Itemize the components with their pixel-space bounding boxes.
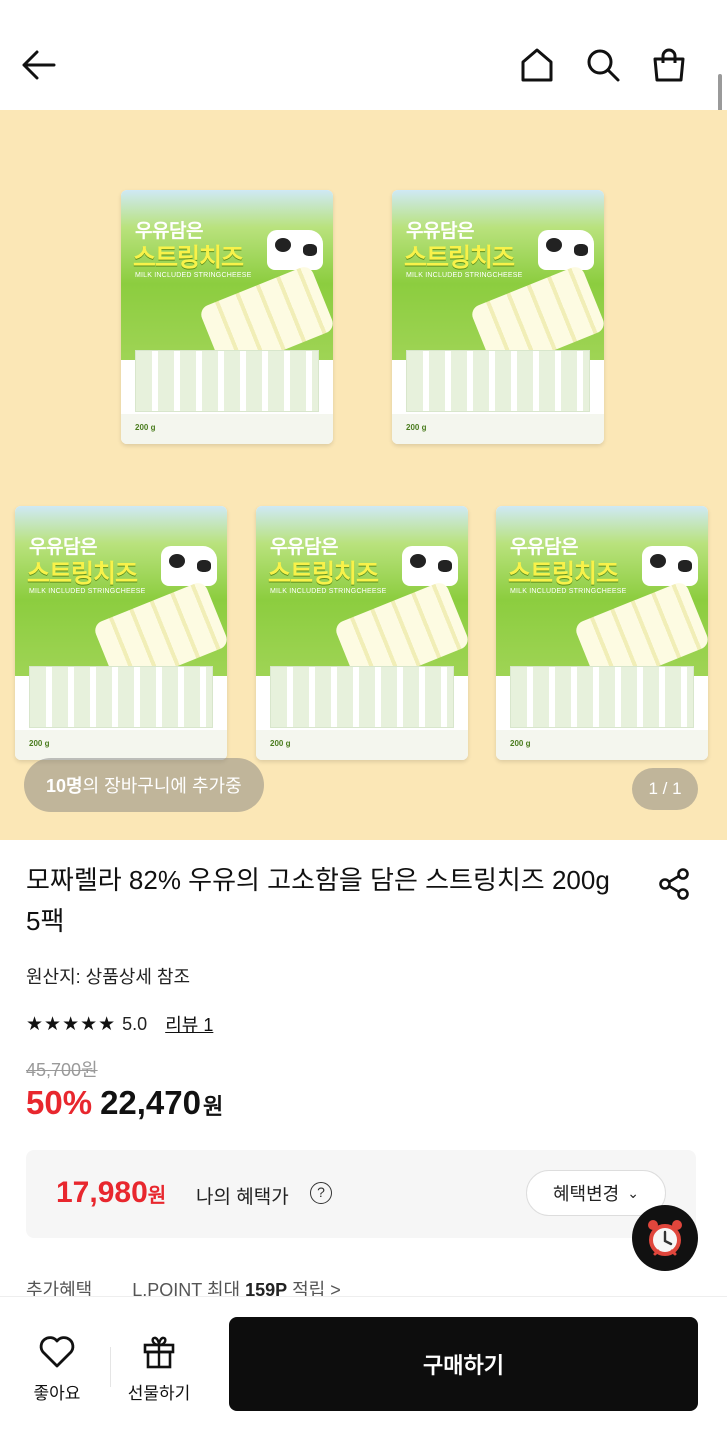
product-package-image: 우유담은 스트링치즈 MILK INCLUDED STRINGCHEESE 200 …: [496, 506, 708, 760]
top-navigation-bar: [0, 0, 727, 110]
change-benefit-label: 혜택변경: [553, 1184, 620, 1204]
arrow-left-icon: [22, 50, 56, 80]
divider: [110, 1347, 111, 1387]
cart-activity-text: 의 장바구니에 추가중: [82, 776, 242, 796]
like-label: 좋아요: [33, 1384, 81, 1403]
product-package-image: 우유담은 스트링치즈 MILK INCLUDED STRINGCHEESE 200 …: [392, 190, 604, 444]
price-unit: 원: [203, 1094, 224, 1119]
product-image-carousel[interactable]: 우유담은 스트링치즈 MILK INCLUDED STRINGCHEESE 200 …: [0, 110, 727, 840]
cart-activity-badge: 10명 의 장바구니에 추가중: [24, 758, 264, 812]
sale-price: 22,470: [100, 1084, 201, 1121]
help-icon[interactable]: ?: [310, 1182, 332, 1204]
alarm-clock-icon: [648, 1220, 682, 1256]
cart-button[interactable]: [644, 40, 694, 90]
original-price: 45,700원: [26, 1060, 98, 1080]
additional-benefit-row[interactable]: 추가혜택 L.POINT 최대 159P 적립 >: [26, 1276, 716, 1296]
lpoint-suffix: 적립 >: [287, 1280, 341, 1296]
chevron-down-icon: ⌄: [627, 1184, 639, 1201]
search-button[interactable]: [578, 40, 628, 90]
gift-icon: [143, 1336, 175, 1369]
benefit-price-unit: 원: [147, 1185, 167, 1207]
rating-score: 5.0: [122, 1013, 148, 1034]
product-title: 모짜렐라 82% 우유의 고소함을 담은 스트링치즈 200g 5팩: [26, 865, 610, 936]
review-link[interactable]: 리뷰 1: [165, 1011, 213, 1037]
heart-icon: [39, 1336, 75, 1368]
search-icon: [587, 49, 620, 82]
origin-info: 원산지: 상품상세 참조: [26, 967, 191, 987]
benefit-price-label: 나의 혜택가: [196, 1187, 289, 1208]
home-icon: [521, 48, 553, 82]
my-benefit-price-box: 17,980원 나의 혜택가 ? 혜택변경 ⌄: [26, 1150, 696, 1238]
product-package-image: 우유담은 스트링치즈 MILK INCLUDED STRINGCHEESE 200 …: [15, 506, 227, 760]
price-row: 50% 22,470 원: [26, 1084, 223, 1122]
gift-label: 선물하기: [127, 1384, 191, 1403]
back-button[interactable]: [14, 40, 64, 90]
product-package-image: 우유담은 스트링치즈 MILK INCLUDED STRINGCHEESE 200 …: [256, 506, 468, 760]
star-rating-icons: ★★★★★: [26, 1013, 117, 1035]
image-page-indicator: 1 / 1: [632, 768, 698, 810]
additional-benefit-label: 추가혜택: [26, 1280, 93, 1296]
lpoint-text: L.POINT 최대: [132, 1280, 246, 1296]
bottom-action-bar: 좋아요 선물하기 구매하기: [0, 1296, 727, 1440]
rating-row: ★★★★★ 5.0 리뷰 1: [26, 1011, 213, 1037]
discount-rate: 50%: [26, 1084, 93, 1121]
share-button[interactable]: [656, 866, 692, 902]
benefit-price: 17,980원: [56, 1176, 166, 1210]
home-button[interactable]: [512, 40, 562, 90]
gift-button[interactable]: 선물하기: [116, 1333, 202, 1404]
cart-count: 10명: [46, 776, 83, 796]
share-icon: [659, 868, 689, 900]
buy-button[interactable]: 구매하기: [229, 1317, 698, 1411]
shopping-bag-icon: [653, 48, 685, 82]
like-button[interactable]: 좋아요: [22, 1333, 92, 1404]
benefit-price-value: 17,980: [56, 1176, 148, 1209]
change-benefit-button[interactable]: 혜택변경 ⌄: [526, 1170, 666, 1216]
lpoint-points: 159P: [245, 1280, 288, 1296]
alarm-clock-floating-button[interactable]: [632, 1205, 698, 1271]
product-package-image: 우유담은 스트링치즈 MILK INCLUDED STRINGCHEESE 200 …: [121, 190, 333, 444]
